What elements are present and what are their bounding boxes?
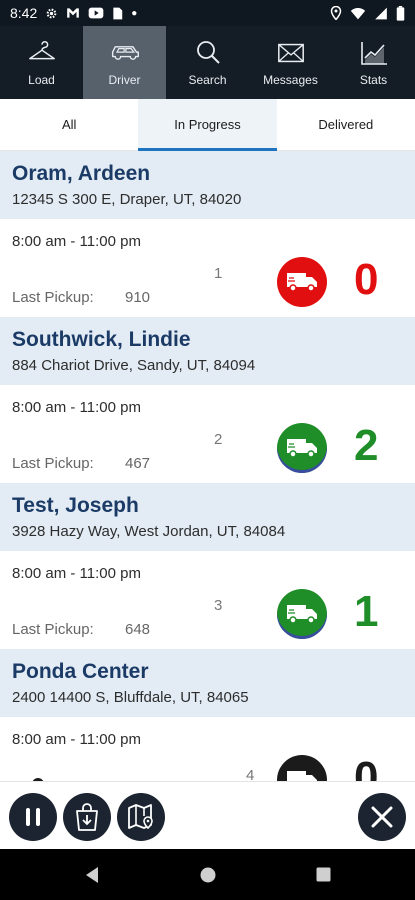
search-icon [196, 40, 220, 64]
truck-status-icon[interactable] [277, 589, 327, 639]
stop-header: Ponda Center 2400 14400 S, Bluffdale, UT… [0, 649, 415, 717]
recents-icon[interactable] [316, 867, 331, 882]
last-pickup-label: Last Pickup: [12, 289, 94, 306]
car-icon [111, 45, 139, 60]
nav-driver-label: Driver [108, 72, 141, 87]
delivery-count: 0 [354, 753, 379, 781]
close-button[interactable] [358, 793, 406, 841]
tab-all[interactable]: All [0, 99, 138, 150]
stop-sequence: 2 [214, 431, 223, 448]
customer-address: 2400 14400 S, Bluffdale, UT, 84065 [12, 689, 249, 706]
battery-icon [396, 5, 405, 21]
stop-list[interactable]: Oram, Ardeen 12345 S 300 E, Draper, UT, … [0, 151, 415, 781]
gear-icon [46, 8, 57, 18]
delivery-hours: 8:00 am - 11:00 pm [12, 731, 141, 748]
last-pickup-value: 648 [125, 621, 151, 638]
truck-status-icon[interactable] [277, 755, 327, 781]
stop-sequence: 1 [214, 265, 223, 282]
tab-delivered[interactable]: Delivered [277, 99, 415, 150]
customer-address: 12345 S 300 E, Draper, UT, 84020 [12, 191, 242, 208]
nav-messages-label: Messages [263, 72, 318, 87]
nav-driver[interactable]: Driver [83, 26, 166, 99]
envelope-icon [277, 43, 304, 62]
nav-stats[interactable]: Stats [332, 26, 415, 99]
nav-search-label: Search [188, 72, 227, 87]
last-pickup-label: Last Pickup: [12, 621, 94, 638]
last-pickup-label: Last Pickup: [12, 455, 94, 472]
chart-icon [360, 41, 387, 65]
filter-tabs: All In Progress Delivered [0, 99, 415, 151]
delivery-hours: 8:00 am - 11:00 pm [12, 399, 141, 416]
pause-button[interactable] [9, 793, 57, 841]
stop-details: 8:00 am - 11:00 pm 4 0 [0, 717, 415, 781]
customer-name: Test, Joseph [12, 494, 139, 517]
last-pickup-value: 467 [125, 455, 151, 472]
sim-card-icon [113, 7, 123, 19]
hanger-icon [28, 40, 55, 59]
wifi-icon [350, 7, 366, 19]
stop-card[interactable]: Ponda Center 2400 14400 S, Bluffdale, UT… [0, 649, 415, 781]
signal-icon [375, 7, 387, 19]
customer-address: 3928 Hazy Way, West Jordan, UT, 84084 [12, 523, 286, 540]
location-icon [330, 6, 342, 20]
tab-in-progress[interactable]: In Progress [138, 99, 277, 151]
customer-name: Ponda Center [12, 660, 149, 683]
stop-card[interactable]: Test, Joseph 3928 Hazy Way, West Jordan,… [0, 483, 415, 649]
delivery-count: 2 [354, 421, 379, 470]
customer-address: 884 Chariot Drive, Sandy, UT, 84094 [12, 357, 256, 374]
android-nav-bar [0, 849, 415, 900]
stop-details: 8:00 am - 11:00 pm Last Pickup: 910 1 0 [0, 219, 415, 317]
gmail-icon [67, 8, 80, 18]
close-icon [371, 806, 393, 828]
stop-sequence: 3 [214, 597, 223, 614]
truck-status-icon[interactable] [277, 423, 327, 473]
youtube-icon [88, 7, 104, 19]
stop-card[interactable]: Southwick, Lindie 884 Chariot Drive, San… [0, 317, 415, 483]
delivery-hours: 8:00 am - 11:00 pm [12, 233, 141, 250]
home-icon[interactable] [200, 867, 216, 883]
nav-load-label: Load [28, 72, 55, 87]
map-pin-icon [128, 804, 153, 830]
nav-messages[interactable]: Messages [249, 26, 332, 99]
delivery-hours: 8:00 am - 11:00 pm [12, 565, 141, 582]
stop-details: 8:00 am - 11:00 pm Last Pickup: 648 3 1 [0, 551, 415, 649]
nav-stats-label: Stats [359, 72, 388, 87]
stop-details: 8:00 am - 11:00 pm Last Pickup: 467 2 2 [0, 385, 415, 483]
customer-name: Oram, Ardeen [12, 162, 151, 185]
back-icon[interactable] [84, 866, 100, 884]
top-navigation: Load Driver Search Messages Stats [0, 26, 415, 99]
stop-sequence: 4 [246, 767, 255, 781]
nav-search[interactable]: Search [166, 26, 249, 99]
map-button[interactable] [117, 793, 165, 841]
nav-load[interactable]: Load [0, 26, 83, 99]
pause-icon [26, 808, 40, 826]
bag-download-icon [76, 803, 98, 831]
status-time: 8:42 [10, 5, 38, 21]
customer-name: Southwick, Lindie [12, 328, 191, 351]
delivery-count: 0 [354, 255, 379, 304]
stop-header: Oram, Ardeen 12345 S 300 E, Draper, UT, … [0, 151, 415, 219]
delivery-count: 1 [354, 587, 379, 636]
last-pickup-value: 910 [125, 289, 151, 306]
action-bar [0, 781, 415, 849]
stop-card[interactable]: Oram, Ardeen 12345 S 300 E, Draper, UT, … [0, 151, 415, 317]
stop-header: Test, Joseph 3928 Hazy Way, West Jordan,… [0, 483, 415, 551]
stop-header: Southwick, Lindie 884 Chariot Drive, San… [0, 317, 415, 385]
bag-download-button[interactable] [63, 793, 111, 841]
notification-dot-icon: ● [131, 7, 138, 19]
status-bar: 8:42 ● [0, 0, 415, 26]
truck-status-icon[interactable] [277, 257, 327, 307]
